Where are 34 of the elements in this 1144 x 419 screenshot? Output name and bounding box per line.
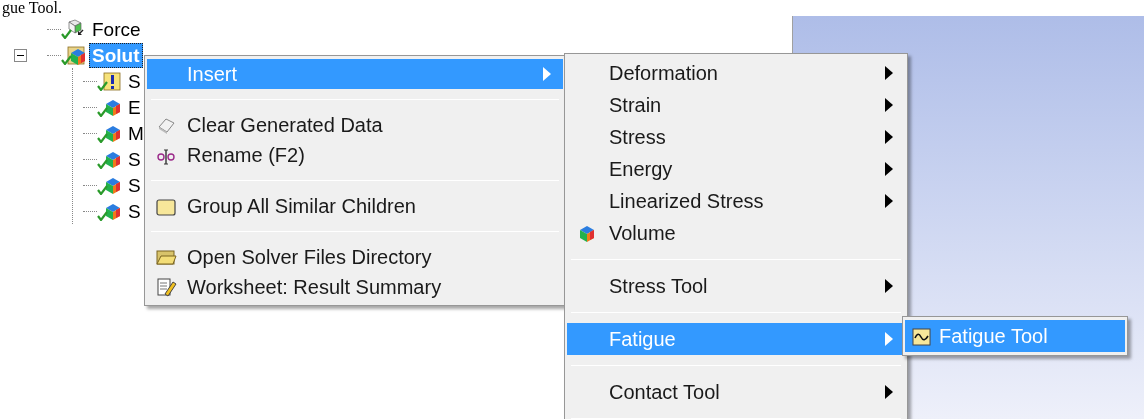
tree-item[interactable]: S xyxy=(125,198,144,224)
folder-icon xyxy=(156,196,178,216)
checked-status-icon xyxy=(61,45,85,65)
menu-item[interactable]: Contact Tool xyxy=(567,376,905,408)
menu-item[interactable]: Strain xyxy=(567,89,905,121)
menu-item[interactable]: Linearized Stress xyxy=(567,185,905,217)
fatigue-chart-icon xyxy=(911,326,933,346)
checked-status-icon xyxy=(61,19,85,39)
folder-icon xyxy=(156,247,178,267)
checked-status-icon xyxy=(97,123,121,143)
menu-item[interactable]: Group All Similar Children xyxy=(147,191,563,221)
collapse-toggle[interactable] xyxy=(14,48,27,62)
menu-item[interactable]: Worksheet: Result Summary xyxy=(147,272,563,302)
checked-status-icon xyxy=(97,97,121,117)
tree-item[interactable]: S xyxy=(125,172,144,198)
tree-item[interactable]: S xyxy=(125,68,144,94)
menu-item[interactable]: Volume xyxy=(567,217,905,249)
checked-status-icon xyxy=(97,71,121,91)
menu-item[interactable]: Stress Tool xyxy=(567,270,905,302)
heading-text: gue Tool. xyxy=(1,0,63,16)
tree-item[interactable]: S xyxy=(125,146,144,172)
menu-item[interactable]: Open Solver Files Directory xyxy=(147,242,563,272)
menu-item[interactable]: Rename (F2) xyxy=(147,140,563,170)
menu-item[interactable]: Stress xyxy=(567,121,905,153)
tree-item[interactable]: Force xyxy=(89,16,144,42)
menu-item[interactable]: Deformation xyxy=(567,57,905,89)
menu-item[interactable]: Clear Generated Data xyxy=(147,110,563,140)
tree-item[interactable]: M xyxy=(125,120,147,146)
checked-status-icon xyxy=(97,175,121,195)
checked-status-icon xyxy=(97,201,121,221)
worksheet-icon xyxy=(156,277,178,297)
menu-item[interactable]: Energy xyxy=(567,153,905,185)
checked-status-icon xyxy=(97,149,121,169)
tree-item[interactable]: E xyxy=(125,94,144,120)
